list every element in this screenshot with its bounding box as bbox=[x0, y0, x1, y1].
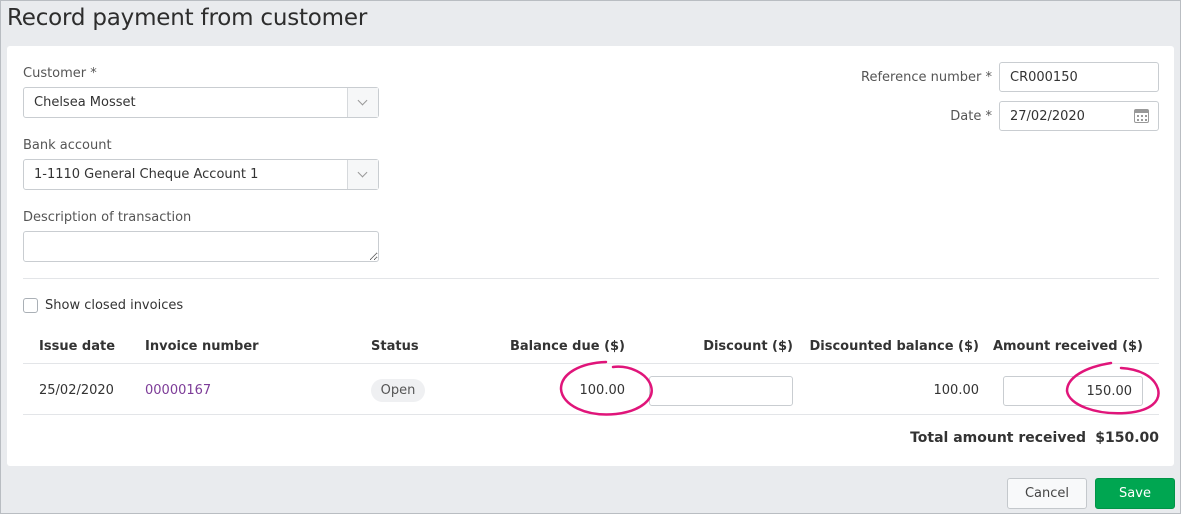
reference-number-value: CR000150 bbox=[1010, 70, 1078, 85]
bank-account-value: 1-1110 General Cheque Account 1 bbox=[34, 167, 259, 182]
column-header-discount: Discount ($) bbox=[703, 339, 793, 354]
column-header-discounted-balance: Discounted balance ($) bbox=[809, 339, 979, 354]
calendar-icon[interactable] bbox=[1134, 109, 1149, 123]
show-closed-invoices-checkbox[interactable] bbox=[23, 298, 38, 313]
date-input[interactable]: 27/02/2020 bbox=[999, 101, 1159, 131]
date-label: Date * bbox=[950, 109, 992, 124]
issue-date-cell: 25/02/2020 bbox=[39, 383, 114, 398]
section-divider bbox=[23, 278, 1159, 279]
cancel-button[interactable]: Cancel bbox=[1007, 478, 1087, 509]
chevron-down-icon bbox=[357, 167, 368, 178]
bank-account-select[interactable]: 1-1110 General Cheque Account 1 bbox=[23, 159, 379, 190]
payment-form-card: Customer * Chelsea Mosset Bank account 1… bbox=[7, 46, 1174, 466]
column-header-amount-received: Amount received ($) bbox=[992, 339, 1143, 354]
description-label: Description of transaction bbox=[23, 210, 192, 225]
column-header-status: Status bbox=[371, 339, 419, 354]
customer-select[interactable]: Chelsea Mosset bbox=[23, 87, 379, 118]
discount-input[interactable] bbox=[649, 376, 793, 406]
total-amount-value: $150.00 bbox=[1095, 430, 1159, 446]
amount-received-value: 150.00 bbox=[1086, 384, 1133, 399]
customer-label: Customer * bbox=[23, 66, 97, 81]
table-row-divider bbox=[23, 414, 1159, 415]
customer-dropdown-button[interactable] bbox=[347, 88, 378, 117]
chevron-down-icon bbox=[357, 95, 368, 106]
page-title: Record payment from customer bbox=[7, 5, 368, 31]
show-closed-invoices-label: Show closed invoices bbox=[45, 298, 184, 313]
bank-account-dropdown-button[interactable] bbox=[347, 160, 378, 189]
save-button[interactable]: Save bbox=[1095, 478, 1175, 509]
column-header-invoice-number: Invoice number bbox=[145, 339, 259, 354]
invoice-number-link[interactable]: 00000167 bbox=[145, 383, 211, 398]
balance-due-cell: 100.00 bbox=[579, 383, 626, 398]
column-header-issue-date: Issue date bbox=[39, 339, 116, 354]
table-header-divider bbox=[23, 363, 1159, 364]
bank-account-label: Bank account bbox=[23, 138, 112, 153]
customer-value: Chelsea Mosset bbox=[34, 95, 136, 110]
date-value: 27/02/2020 bbox=[1010, 109, 1085, 124]
discounted-balance-cell: 100.00 bbox=[933, 383, 980, 398]
reference-number-input[interactable]: CR000150 bbox=[999, 62, 1159, 92]
column-header-balance-due: Balance due ($) bbox=[509, 339, 625, 354]
amount-received-input[interactable]: 150.00 bbox=[1003, 376, 1143, 406]
status-badge: Open bbox=[371, 379, 425, 402]
total-amount-label: Total amount received bbox=[910, 430, 1086, 446]
reference-number-label: Reference number * bbox=[861, 70, 992, 85]
description-textarea[interactable] bbox=[23, 231, 379, 262]
